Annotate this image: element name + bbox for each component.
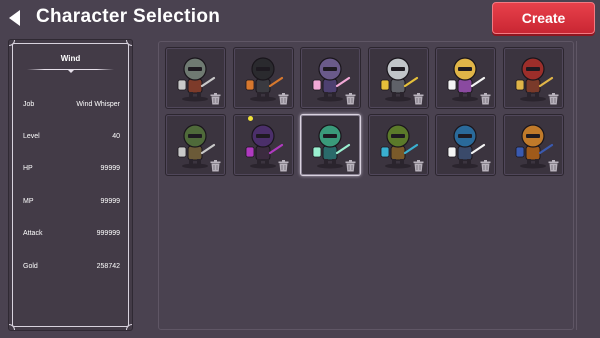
stat-row-hp: HP 99999 xyxy=(23,163,120,173)
stat-label: HP xyxy=(23,164,33,172)
character-slot[interactable] xyxy=(367,47,429,109)
stat-value: 258742 xyxy=(96,262,120,270)
stat-value: 99999 xyxy=(100,197,120,205)
stat-label: Attack xyxy=(23,229,43,237)
back-arrow-icon xyxy=(9,10,20,26)
notification-dot xyxy=(247,116,253,121)
trash-icon[interactable] xyxy=(345,93,356,105)
stat-row-gold: Gold 258742 xyxy=(23,261,120,271)
trash-icon[interactable] xyxy=(278,160,289,172)
trash-icon[interactable] xyxy=(480,160,491,172)
stat-value: 999999 xyxy=(96,229,120,237)
character-slot[interactable] xyxy=(502,114,564,176)
character-slot[interactable] xyxy=(165,47,226,109)
stat-value: 40 xyxy=(112,132,120,140)
character-slot[interactable] xyxy=(367,114,429,176)
trash-icon[interactable] xyxy=(210,93,221,105)
grid-scrollbar[interactable] xyxy=(576,41,577,330)
stat-row-attack: Attack 999999 xyxy=(23,228,120,238)
character-name: Wind xyxy=(60,54,81,63)
stat-row-mp: MP 99999 xyxy=(23,196,120,206)
character-slot[interactable] xyxy=(435,114,496,176)
stat-label: Level xyxy=(23,132,40,140)
character-slot[interactable] xyxy=(502,47,564,109)
stat-label: Job xyxy=(23,100,35,108)
character-slot[interactable] xyxy=(300,47,361,109)
character-slot[interactable] xyxy=(435,47,496,109)
character-slot[interactable] xyxy=(232,114,294,176)
character-slot[interactable] xyxy=(300,114,361,176)
stat-row-level: Level 40 xyxy=(23,131,120,141)
back-button[interactable] xyxy=(7,9,23,27)
trash-icon[interactable] xyxy=(548,160,559,172)
trash-icon[interactable] xyxy=(278,93,289,105)
create-button[interactable]: Create xyxy=(492,2,595,34)
trash-icon[interactable] xyxy=(210,160,221,172)
stat-row-job: Job Wind Whisper xyxy=(23,99,120,109)
info-frame xyxy=(9,40,132,330)
trash-icon[interactable] xyxy=(480,93,491,105)
stat-value: Wind Whisper xyxy=(76,100,120,108)
character-slot[interactable] xyxy=(165,114,226,176)
page-title: Character Selection xyxy=(36,6,221,27)
trash-icon[interactable] xyxy=(413,160,424,172)
stat-label: Gold xyxy=(23,262,38,270)
trash-icon[interactable] xyxy=(548,93,559,105)
divider-tip xyxy=(68,70,74,73)
character-slot[interactable] xyxy=(232,47,294,109)
character-info-panel: Wind Job Wind Whisper Level 40 HP 99999 … xyxy=(8,39,133,331)
trash-icon[interactable] xyxy=(345,160,356,172)
trash-icon[interactable] xyxy=(413,93,424,105)
stat-value: 99999 xyxy=(100,164,120,172)
stat-label: MP xyxy=(23,197,34,205)
